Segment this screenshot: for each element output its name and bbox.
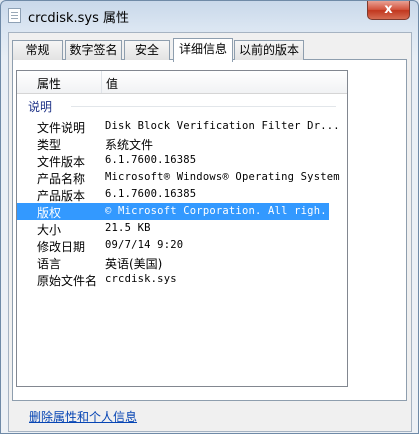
group-divider bbox=[71, 106, 336, 107]
title-bar[interactable]: crcdisk.sys 属性 x bbox=[1, 1, 418, 31]
list-item[interactable]: 大小 21.5 KB bbox=[17, 220, 329, 237]
property-value: 09/7/14 9:20 bbox=[105, 239, 184, 251]
tab-digital-signatures[interactable]: 数字签名 bbox=[65, 40, 122, 60]
property-value: 6.1.7600.16385 bbox=[105, 154, 197, 166]
list-header: 属性 值 bbox=[17, 71, 347, 94]
column-divider[interactable] bbox=[101, 71, 102, 93]
column-header-value[interactable]: 值 bbox=[106, 75, 118, 92]
property-name: 类型 bbox=[37, 138, 62, 152]
list-item[interactable]: 产品版本 6.1.7600.16385 bbox=[17, 186, 329, 203]
tab-general[interactable]: 常规 bbox=[12, 40, 63, 60]
list-item[interactable]: 产品名称 Microsoft® Windows® Operating Syste… bbox=[17, 169, 340, 186]
property-value: 21.5 KB bbox=[105, 222, 151, 234]
property-value: 6.1.7600.16385 bbox=[105, 188, 197, 200]
property-value: 英语(美国) bbox=[105, 257, 163, 271]
property-value: Disk Block Verification Filter Dr... bbox=[105, 120, 340, 132]
group-label-description: 说明 bbox=[28, 100, 53, 114]
tab-details[interactable]: 详细信息 bbox=[173, 38, 233, 62]
property-name: 产品版本 bbox=[37, 189, 86, 203]
property-name: 大小 bbox=[37, 223, 62, 237]
window-title: crcdisk.sys 属性 bbox=[28, 11, 130, 26]
list-item[interactable]: 文件版本 6.1.7600.16385 bbox=[17, 152, 329, 169]
list-item[interactable]: 修改日期 09/7/14 9:20 bbox=[17, 237, 329, 254]
column-header-property[interactable]: 属性 bbox=[37, 75, 61, 92]
property-name: 文件说明 bbox=[37, 121, 86, 135]
file-icon bbox=[8, 8, 21, 23]
list-item[interactable]: 类型 系统文件 bbox=[17, 135, 329, 152]
tab-security[interactable]: 安全 bbox=[124, 40, 170, 60]
list-item-selected[interactable]: 版权 © Microsoft Corporation. All righ... bbox=[17, 203, 340, 220]
property-name: 语言 bbox=[37, 257, 62, 271]
list-item[interactable]: 文件说明 Disk Block Verification Filter Dr..… bbox=[17, 118, 340, 135]
property-name: 原始文件名 bbox=[37, 274, 98, 288]
property-value: 系统文件 bbox=[105, 138, 154, 152]
remove-properties-link[interactable]: 删除属性和个人信息 bbox=[29, 408, 137, 425]
property-value: Microsoft® Windows® Operating System bbox=[105, 171, 340, 183]
properties-window: crcdisk.sys 属性 x 常规 数字签名 安全 详细信息 以前的版本 属… bbox=[0, 0, 419, 434]
property-value: © Microsoft Corporation. All righ... bbox=[105, 205, 340, 217]
property-name: 版权 bbox=[37, 206, 62, 220]
list-item[interactable]: 语言 英语(美国) bbox=[17, 254, 329, 271]
close-button[interactable]: x bbox=[367, 1, 410, 20]
property-value: crcdisk.sys bbox=[105, 273, 177, 285]
list-item[interactable]: 原始文件名 crcdisk.sys bbox=[17, 271, 329, 288]
property-name: 文件版本 bbox=[37, 155, 86, 169]
property-name: 修改日期 bbox=[37, 240, 86, 254]
tab-previous-versions[interactable]: 以前的版本 bbox=[234, 40, 304, 60]
property-name: 产品名称 bbox=[37, 172, 86, 186]
